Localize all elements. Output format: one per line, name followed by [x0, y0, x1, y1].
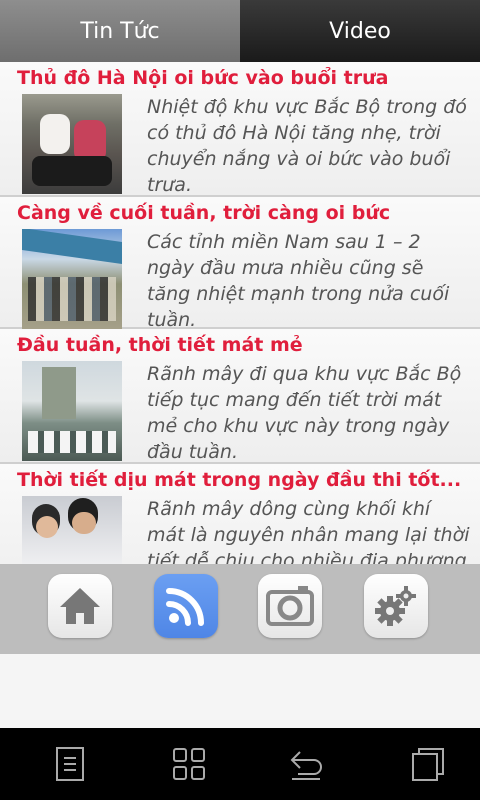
back-icon	[290, 751, 322, 780]
settings-button[interactable]	[364, 574, 428, 638]
gear-icon	[375, 586, 416, 626]
rss-icon	[166, 588, 204, 626]
tab-bar: Tin Tức Video	[0, 0, 480, 62]
camera-icon	[266, 586, 314, 626]
menu-button[interactable]	[52, 746, 88, 782]
news-thumbnail	[22, 361, 122, 461]
apps-button[interactable]	[171, 746, 207, 782]
home-icon	[60, 588, 100, 624]
tab-tin-tuc[interactable]: Tin Tức	[0, 0, 240, 62]
bottom-toolbar	[0, 564, 480, 654]
news-description: Rãnh mây dông cùng khối khí mát là nguyê…	[147, 498, 470, 564]
empty-area	[0, 654, 480, 728]
news-thumbnail	[22, 229, 122, 329]
news-title: Thủ đô Hà Nội oi bức vào buổi trưa	[17, 67, 389, 89]
news-description: Rãnh mây đi qua khu vực Bắc Bộ tiếp tục …	[147, 363, 462, 463]
back-button[interactable]	[288, 746, 324, 782]
rss-button[interactable]	[154, 574, 218, 638]
camera-button[interactable]	[258, 574, 322, 638]
news-item[interactable]: Thời tiết dịu mát trong ngày đầu thi tốt…	[0, 464, 480, 564]
news-title: Đầu tuần, thời tiết mát mẻ	[17, 334, 303, 356]
home-button[interactable]	[48, 574, 112, 638]
news-item[interactable]: Thủ đô Hà Nội oi bức vào buổi trưa Nhiệt…	[0, 62, 480, 197]
news-item[interactable]: Càng về cuối tuần, trời càng oi bức Các …	[0, 197, 480, 331]
recents-icon	[412, 748, 444, 781]
news-title: Thời tiết dịu mát trong ngày đầu thi tốt…	[17, 469, 462, 491]
menu-icon	[56, 747, 84, 781]
recents-button[interactable]	[410, 746, 446, 782]
tab-video[interactable]: Video	[240, 0, 480, 62]
news-description: Nhiệt độ khu vực Bắc Bộ trong đó có thủ …	[147, 96, 467, 196]
news-description: Các tỉnh miền Nam sau 1 – 2 ngày đầu mưa…	[147, 231, 450, 331]
news-list[interactable]: Thủ đô Hà Nội oi bức vào buổi trưa Nhiệt…	[0, 62, 480, 564]
apps-icon	[173, 748, 205, 780]
news-thumbnail	[22, 94, 122, 194]
system-nav-bar	[0, 728, 480, 800]
news-item[interactable]: Đầu tuần, thời tiết mát mẻ Rãnh mây đi q…	[0, 329, 480, 464]
news-thumbnail	[22, 496, 122, 564]
news-title: Càng về cuối tuần, trời càng oi bức	[17, 202, 391, 224]
